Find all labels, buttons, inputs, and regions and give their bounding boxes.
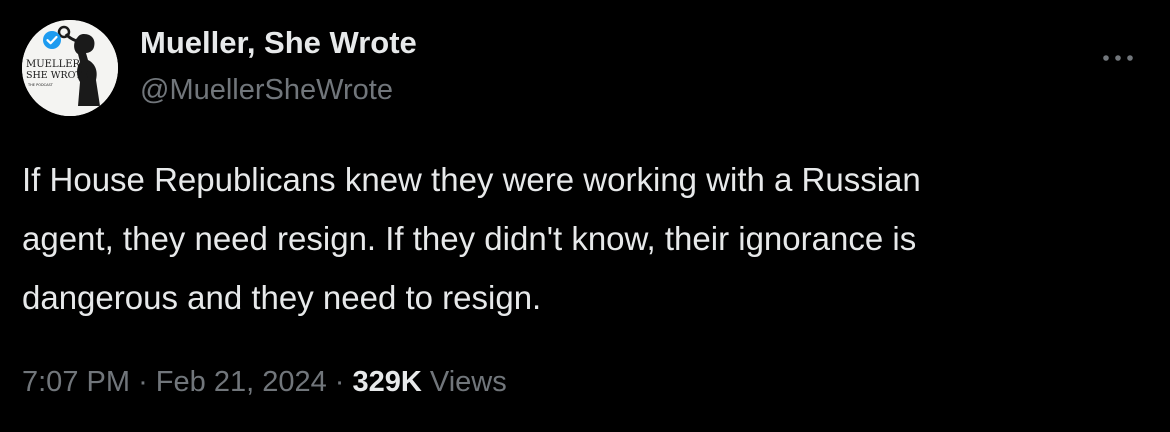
avatar-text-line1: MUELLER, xyxy=(26,59,83,70)
tweet-time[interactable]: 7:07 PM xyxy=(22,366,130,398)
more-horizontal-icon[interactable] xyxy=(1098,48,1138,68)
tweet-card: MUELLER, SHE WROTE THE PODCAST Mueller, … xyxy=(0,0,1170,432)
avatar-text-line3: THE PODCAST xyxy=(27,83,54,87)
avatar[interactable]: MUELLER, SHE WROTE THE PODCAST xyxy=(22,20,118,116)
author-handle[interactable]: @MuellerSheWrote xyxy=(140,73,393,107)
tweet-date[interactable]: Feb 21, 2024 xyxy=(156,366,327,398)
verified-badge-icon xyxy=(43,31,61,49)
author-display-name[interactable]: Mueller, She Wrote xyxy=(140,25,417,61)
tweet-text: If House Republicans knew they were work… xyxy=(22,161,921,316)
meta-separator: · xyxy=(138,366,148,398)
meta-separator: · xyxy=(334,366,345,398)
views-count[interactable]: 329K xyxy=(353,366,422,398)
views-label: Views xyxy=(429,366,507,398)
tweet-metadata: 7:07 PM · Feb 21, 2024 · 329K Views xyxy=(22,362,507,402)
avatar-text-line2: SHE WROTE xyxy=(26,70,89,81)
avatar-image: MUELLER, SHE WROTE THE PODCAST xyxy=(22,20,118,116)
